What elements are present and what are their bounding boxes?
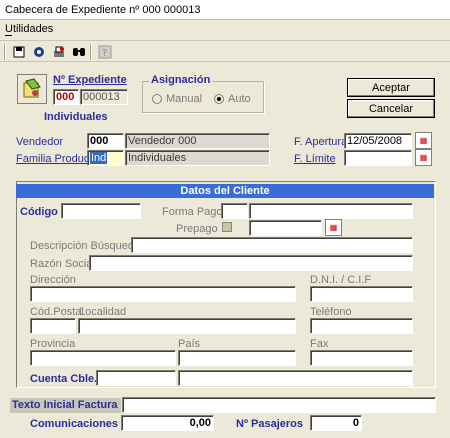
apertura-date-field[interactable]: 12/05/2008: [344, 133, 412, 149]
direccion-label: Dirección: [30, 274, 76, 286]
window-title-bar: Cabecera de Expediente nº 000 000013: [0, 0, 450, 20]
prepago-label: Prepago: [176, 223, 218, 235]
direccion-field[interactable]: [30, 286, 296, 302]
dni-field[interactable]: [310, 286, 413, 302]
forma-pago-label: Forma Pago: [162, 206, 223, 218]
expediente-numero-field: 000013: [80, 89, 128, 105]
view-icon[interactable]: [30, 43, 48, 61]
expediente-label: Nº Expediente: [53, 74, 127, 86]
cuenta-name-field: [178, 370, 413, 386]
vendedor-name-field: Vendedor 000: [125, 133, 270, 149]
vendedor-label: Vendedor: [16, 136, 64, 148]
pais-label: País: [178, 338, 201, 350]
vendedor-code-field[interactable]: 000: [87, 133, 124, 149]
familia-code-field[interactable]: Ind: [87, 150, 124, 166]
expediente-serie-field[interactable]: 000: [53, 89, 79, 105]
auto-radio[interactable]: [214, 94, 224, 104]
help-icon[interactable]: ?: [96, 43, 114, 61]
telefono-label: Teléfono: [310, 306, 352, 318]
texto-factura-field[interactable]: [122, 397, 436, 413]
limite-label: F. Límite: [294, 153, 336, 165]
cancelar-button[interactable]: Cancelar: [347, 99, 435, 118]
fax-field[interactable]: [310, 350, 413, 366]
telefono-field[interactable]: [310, 318, 413, 334]
razon-social-field[interactable]: [89, 255, 413, 271]
manual-radio[interactable]: [152, 94, 162, 104]
pasajeros-field[interactable]: 0: [310, 415, 362, 431]
razon-social-label: Razón Social: [30, 258, 95, 270]
menu-underline: [5, 35, 12, 36]
cuenta-code-field[interactable]: [96, 370, 176, 386]
cuenta-label: Cuenta Cble.: [30, 373, 98, 385]
expediente-icon: [17, 74, 47, 104]
forma-pago-name-field: [249, 203, 413, 219]
toolbar-separator: [4, 44, 6, 60]
prepago-date-field[interactable]: [249, 220, 322, 236]
aceptar-label: Aceptar: [372, 81, 410, 94]
search-icon[interactable]: [70, 43, 88, 61]
codigo-label: Código: [20, 206, 58, 218]
familia-name-field: Individuales: [125, 150, 270, 166]
prepago-checkbox[interactable]: [222, 222, 232, 232]
auto-label: Auto: [228, 93, 251, 105]
toolbar-separator: [90, 44, 92, 60]
cod-postal-label: Cód.Postal: [30, 306, 84, 318]
descripcion-label: Descripción Búsqueda: [30, 240, 141, 252]
pais-field[interactable]: [178, 350, 296, 366]
dni-label: D.N.I. / C.I.F: [310, 274, 372, 286]
familia-code-text: Ind: [90, 152, 108, 164]
expediente-tipo: Individuales: [44, 111, 108, 123]
menu-utilidades[interactable]: Utilidades: [5, 23, 53, 35]
comunicaciones-field[interactable]: 0,00: [121, 415, 214, 431]
pasajeros-label: Nº Pasajeros: [236, 418, 303, 430]
provincia-label: Provincia: [30, 338, 76, 350]
fax-label: Fax: [310, 338, 329, 350]
cod-postal-field[interactable]: [30, 318, 76, 334]
save-icon[interactable]: [10, 43, 28, 61]
limite-date-field[interactable]: [344, 150, 412, 166]
descripcion-field[interactable]: [131, 237, 413, 253]
texto-factura-label: Texto Inicial Factura: [10, 398, 121, 413]
aceptar-button[interactable]: Aceptar: [347, 78, 435, 97]
prepago-calendar-icon[interactable]: ▦: [325, 219, 342, 236]
cliente-header: Datos del Cliente: [16, 184, 434, 198]
localidad-label: Localidad: [79, 306, 127, 318]
provincia-field[interactable]: [30, 350, 176, 366]
svg-text:?: ?: [102, 48, 107, 59]
print-icon[interactable]: [50, 43, 68, 61]
toolbar: ?: [0, 40, 450, 62]
asignacion-title: Asignación: [149, 74, 213, 86]
manual-label: Manual: [166, 93, 203, 105]
apertura-calendar-icon[interactable]: ▦: [415, 132, 432, 149]
limite-calendar-icon[interactable]: ▦: [415, 149, 432, 166]
forma-pago-code-field[interactable]: [221, 203, 248, 219]
cancelar-label: Cancelar: [368, 102, 414, 115]
localidad-field[interactable]: [78, 318, 296, 334]
codigo-field[interactable]: [61, 203, 141, 219]
comunicaciones-label: Comunicaciones: [30, 418, 119, 430]
menu-bar: Utilidades: [0, 21, 450, 39]
apertura-label: F. Apertura: [294, 136, 348, 148]
window-title: Cabecera de Expediente nº 000 000013: [5, 4, 201, 16]
